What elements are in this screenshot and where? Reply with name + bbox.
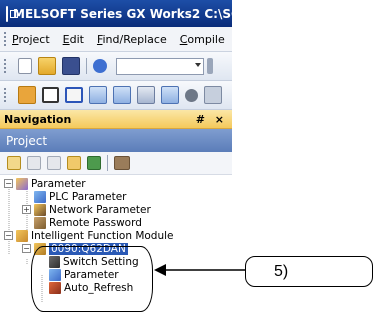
callout-label-box: 5)	[245, 256, 373, 287]
callout-label: 5)	[274, 262, 289, 280]
